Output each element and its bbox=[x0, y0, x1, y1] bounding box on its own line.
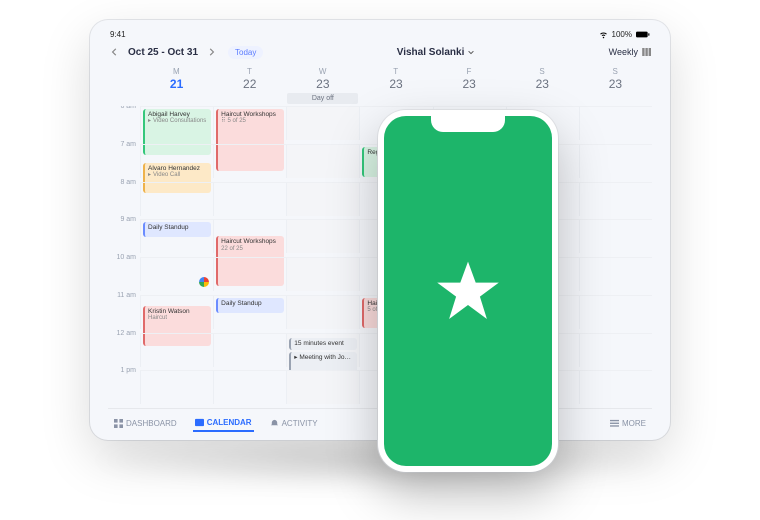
slot[interactable] bbox=[213, 257, 286, 291]
slot[interactable]: Abigail Harvey ▸Video Consultations bbox=[140, 106, 213, 140]
slot[interactable] bbox=[213, 182, 286, 216]
google-icon bbox=[199, 277, 209, 287]
day-header-fri[interactable]: F23 bbox=[433, 67, 506, 91]
slot[interactable]: Haircut Workshops ⠿5 of 25 bbox=[213, 106, 286, 140]
hour-label: 7 am bbox=[108, 141, 140, 179]
calendar-icon bbox=[195, 418, 204, 427]
event-title: Daily Standup bbox=[221, 300, 281, 307]
phone-notch bbox=[431, 116, 505, 132]
slot[interactable]: Kristin Watson Haircut bbox=[140, 295, 213, 329]
slot[interactable] bbox=[579, 182, 652, 216]
slot[interactable] bbox=[579, 370, 652, 404]
event-title: Haircut Workshops bbox=[221, 238, 281, 245]
calendar-owner-selector[interactable]: Vishal Solanki bbox=[397, 47, 476, 58]
hour-label: 12 am bbox=[108, 330, 140, 368]
view-mode-selector[interactable]: Weekly bbox=[609, 47, 652, 57]
date-range-label[interactable]: Oct 25 - Oct 31 bbox=[128, 47, 198, 58]
tablet-status-bar: 9:41 100% bbox=[108, 30, 652, 41]
tab-more[interactable]: MORE bbox=[608, 416, 648, 431]
slot[interactable]: Daily Standup bbox=[140, 219, 213, 253]
prev-week-button[interactable] bbox=[108, 45, 122, 59]
slot[interactable] bbox=[286, 182, 359, 216]
day-header-sat[interactable]: S23 bbox=[506, 67, 579, 91]
slot[interactable] bbox=[140, 257, 213, 291]
slot[interactable] bbox=[140, 182, 213, 216]
slot[interactable] bbox=[213, 144, 286, 178]
hour-label: 10 am bbox=[108, 254, 140, 292]
day-header-sun[interactable]: S23 bbox=[579, 67, 652, 91]
hour-label: 9 am bbox=[108, 216, 140, 254]
event-title: Daily Standup bbox=[148, 224, 208, 231]
slot[interactable]: Haircut Workshops 22 of 25 bbox=[213, 219, 286, 253]
event-15min[interactable]: 15 minutes event bbox=[289, 338, 357, 350]
tab-label: MORE bbox=[622, 419, 646, 428]
allday-row: Day off bbox=[108, 91, 652, 106]
event-standup-tue[interactable]: Daily Standup bbox=[216, 298, 284, 313]
event-title: Haircut Workshops bbox=[221, 111, 281, 118]
view-mode-label: Weekly bbox=[609, 47, 638, 57]
event-title: Alvaro Hernandez bbox=[148, 165, 208, 172]
menu-icon bbox=[610, 419, 619, 428]
tab-activity[interactable]: ACTIVITY bbox=[268, 416, 320, 431]
slot[interactable] bbox=[286, 370, 359, 404]
slot[interactable] bbox=[579, 257, 652, 291]
slot[interactable]: Daily Standup bbox=[213, 295, 286, 329]
event-title: 15 minutes event bbox=[294, 340, 354, 347]
video-icon: ▸ bbox=[294, 354, 297, 361]
slot[interactable] bbox=[579, 106, 652, 140]
day-header-wed[interactable]: W23 bbox=[286, 67, 359, 91]
tab-label: CALENDAR bbox=[207, 418, 252, 427]
tab-label: DASHBOARD bbox=[126, 419, 177, 428]
event-title: Kristin Watson bbox=[148, 308, 208, 315]
tab-dashboard[interactable]: DASHBOARD bbox=[112, 416, 179, 431]
owner-name: Vishal Solanki bbox=[397, 47, 465, 58]
grid-view-icon bbox=[642, 48, 652, 56]
dashboard-icon bbox=[114, 419, 123, 428]
slot[interactable] bbox=[213, 333, 286, 367]
hour-label: 1 pm bbox=[108, 367, 140, 405]
video-icon: ▸ bbox=[148, 118, 151, 125]
day-header-tue[interactable]: T22 bbox=[213, 67, 286, 91]
event-standup-mon[interactable]: Daily Standup bbox=[143, 222, 211, 237]
wifi-icon bbox=[599, 30, 608, 39]
bell-icon bbox=[270, 419, 279, 428]
slot[interactable] bbox=[286, 257, 359, 291]
slot[interactable] bbox=[579, 295, 652, 329]
slot[interactable] bbox=[579, 333, 652, 367]
slot[interactable] bbox=[579, 144, 652, 178]
battery-icon bbox=[636, 31, 650, 38]
phone-frame bbox=[378, 110, 558, 472]
video-icon: ▸ bbox=[148, 172, 151, 179]
users-icon: ⠿ bbox=[221, 118, 225, 125]
star-icon bbox=[433, 256, 503, 326]
calendar-topbar: Oct 25 - Oct 31 Today Vishal Solanki Wee… bbox=[108, 41, 652, 63]
status-time: 9:41 bbox=[110, 30, 126, 39]
slot[interactable]: 15 minutes event ▸ Meeting with Jo… bbox=[286, 333, 359, 367]
tab-label: ACTIVITY bbox=[282, 419, 318, 428]
slot[interactable] bbox=[579, 219, 652, 253]
slot[interactable] bbox=[286, 295, 359, 329]
slot[interactable] bbox=[140, 370, 213, 404]
chevron-down-icon bbox=[467, 48, 475, 56]
slot[interactable] bbox=[286, 219, 359, 253]
event-title: Abigail Harvey bbox=[148, 111, 208, 118]
event-title: Meeting with Jo… bbox=[299, 354, 351, 361]
day-header-thu[interactable]: T23 bbox=[359, 67, 432, 91]
hour-label: 6 am bbox=[108, 106, 140, 141]
slot[interactable] bbox=[286, 144, 359, 178]
slot[interactable] bbox=[140, 333, 213, 367]
tab-calendar[interactable]: CALENDAR bbox=[193, 415, 254, 432]
phone-screen bbox=[384, 116, 552, 466]
today-button[interactable]: Today bbox=[228, 46, 263, 59]
allday-event-dayoff[interactable]: Day off bbox=[287, 93, 358, 104]
day-header-mon[interactable]: M21 bbox=[140, 67, 213, 91]
slot[interactable]: Alvaro Hernandez ▸Video Call bbox=[140, 144, 213, 178]
hour-label: 8 am bbox=[108, 179, 140, 217]
slot[interactable] bbox=[213, 370, 286, 404]
next-week-button[interactable] bbox=[204, 45, 218, 59]
slot[interactable] bbox=[286, 106, 359, 140]
hour-label: 11 am bbox=[108, 292, 140, 330]
day-header-row: M21 T22 W23 T23 F23 S23 S23 bbox=[108, 63, 652, 91]
battery-label: 100% bbox=[612, 30, 632, 39]
